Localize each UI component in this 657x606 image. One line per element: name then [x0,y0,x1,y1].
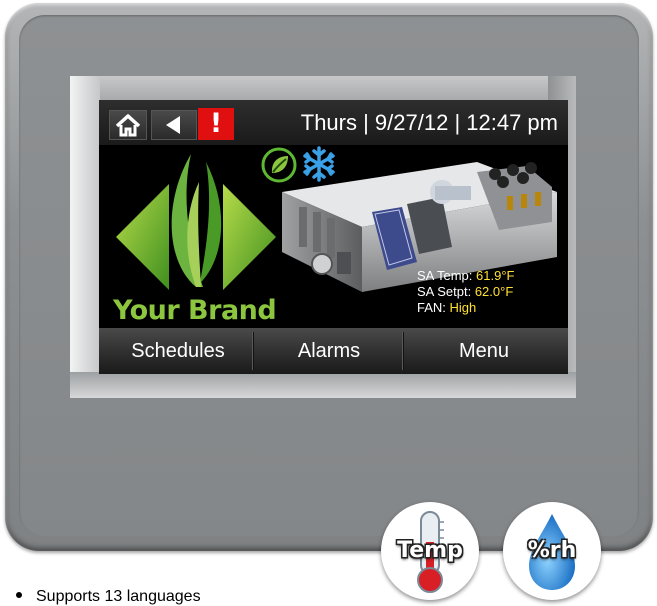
feature-text: Supports 13 languages [36,588,201,605]
temp-badge-label: Temp [397,538,463,563]
date-time-display: Thurs | 9/27/12 | 12:47 pm [300,110,558,135]
feature-list-item: Supports 13 languages [8,588,201,606]
sa-temp-value: 61.9°F [476,268,515,283]
readout-panel: SA Temp: 61.9°F SA Setpt: 62.0°F FAN: Hi… [417,268,514,316]
alert-button[interactable]: ! [198,108,234,140]
sa-temp-label: SA Temp: [417,268,477,283]
sa-setpt-label: SA Setpt: [417,284,475,299]
home-button[interactable] [109,110,147,140]
alarms-button[interactable]: Alarms [255,332,404,370]
fan-label: FAN: [417,300,450,315]
screen-bezel-left [70,76,100,398]
screen-bezel-top [70,76,576,100]
humidity-sensor-badge: %rh [503,502,601,600]
fan-row: FAN: High [417,300,514,316]
sa-setpt-value: 62.0°F [474,284,514,299]
fan-value: High [449,300,477,315]
sa-setpt-row: SA Setpt: 62.0°F [417,284,514,300]
schedules-button[interactable]: Schedules [103,332,254,370]
back-button[interactable] [151,110,197,140]
brand-logo [116,154,276,290]
bullet-icon [16,592,22,599]
alert-icon: ! [209,108,223,139]
screen-bezel-bottom [70,372,576,398]
menu-button[interactable]: Menu [405,332,563,370]
touch-screen: ! Thurs | 9/27/12 | 12:47 pm Your Brand [99,100,568,374]
temp-sensor-badge: Temp [381,502,479,600]
humidity-badge-label: %rh [527,538,577,563]
brand-name: Your Brand [113,295,277,326]
bottom-menu-bar: Schedules Alarms Menu [99,328,568,374]
back-arrow-icon [166,116,180,134]
sa-temp-row: SA Temp: 61.9°F [417,268,514,284]
top-status-bar: ! Thurs | 9/27/12 | 12:47 pm [99,100,568,145]
home-icon [115,114,141,137]
